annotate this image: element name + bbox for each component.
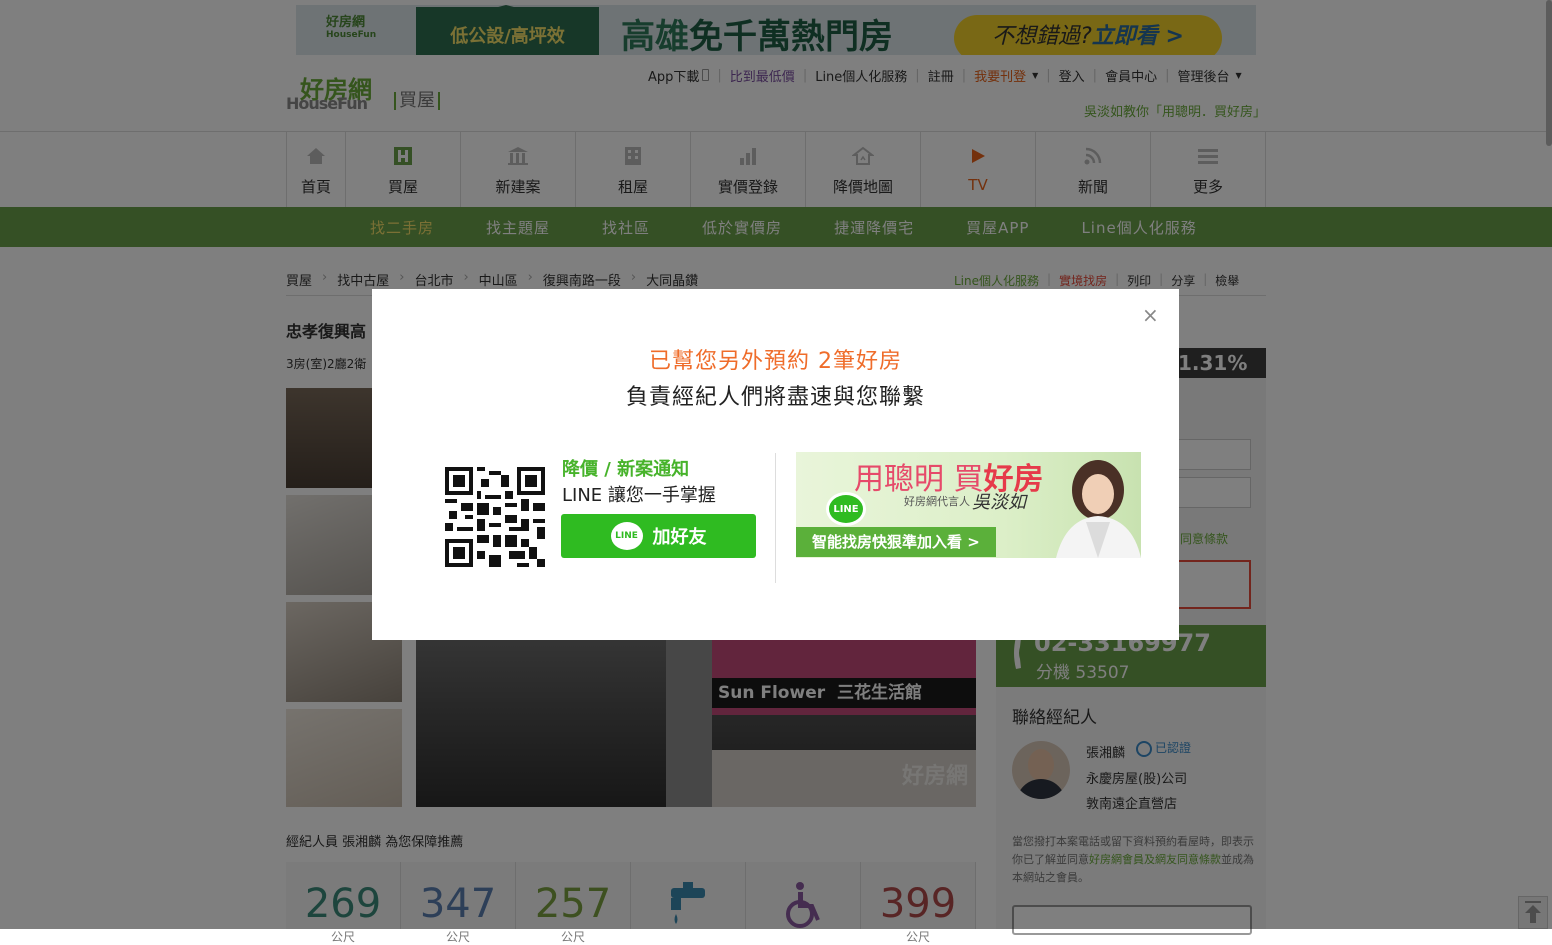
- ad-spokesperson-label: 好房網代言人: [904, 495, 970, 508]
- booking-success-modal: × 已幫您另外預約 2筆好房 負責經紀人們將盡速與您聯繫 降價 / 新案通知 L…: [372, 289, 1179, 640]
- line-add-friend-button[interactable]: LINE 加好友: [561, 514, 756, 558]
- line-service-ad[interactable]: 用聰明 買好房 好房網代言人 吳淡如 LINE 智能找房快狠準加入看 >: [796, 452, 1141, 558]
- line-logo-icon: LINE: [826, 492, 866, 526]
- qr-code: [445, 467, 545, 567]
- close-icon[interactable]: ×: [1142, 303, 1159, 327]
- ad-signature: 吳淡如: [972, 492, 1026, 513]
- line-notify-sub: LINE 讓您一手掌握: [562, 485, 716, 506]
- spokesperson-photo: [1046, 452, 1141, 558]
- divider: [775, 453, 776, 583]
- line-logo-icon: LINE: [610, 522, 643, 550]
- ad-cta: 智能找房快狠準加入看 >: [796, 527, 996, 557]
- line-notify-heading: 降價 / 新案通知: [562, 459, 690, 480]
- modal-headline: 已幫您另外預約 2筆好房: [649, 349, 902, 374]
- modal-subline: 負責經紀人們將盡速與您聯繫: [625, 385, 925, 410]
